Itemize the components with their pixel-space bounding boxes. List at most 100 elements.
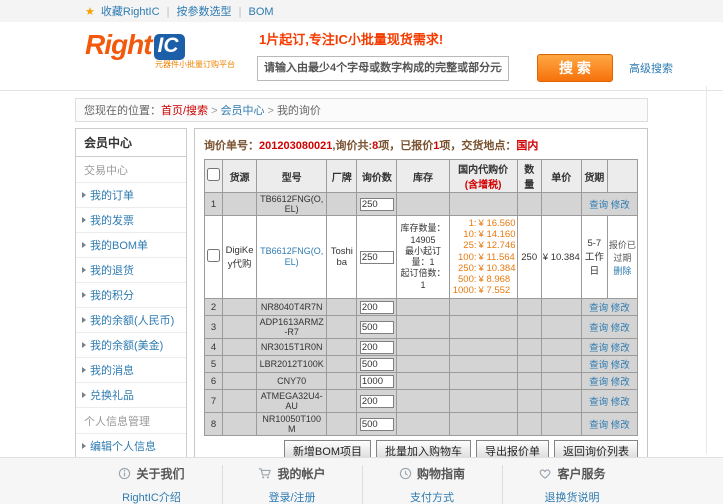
inquiry-no-value: 201203080021 xyxy=(259,140,332,152)
sidebar-item-label[interactable]: 我的退货 xyxy=(90,262,134,278)
param-select-link[interactable]: 按参数选型 xyxy=(177,6,232,18)
sidebar-item-label[interactable]: 我的发票 xyxy=(90,212,134,228)
modify-link[interactable]: 修改 xyxy=(611,397,630,408)
table-row: 8 NR10050T100M 查询 修改 xyxy=(205,413,638,436)
sidebar-item-bom[interactable]: 我的BOM单 xyxy=(76,233,186,258)
col-source: 货源 xyxy=(223,160,257,193)
bom-link[interactable]: BOM xyxy=(249,6,274,18)
sidebar-item-label[interactable]: 我的余额(美金) xyxy=(90,337,163,353)
info-icon xyxy=(118,467,131,480)
search-button[interactable]: 搜 索 xyxy=(537,54,613,82)
sidebar-item-orders[interactable]: 我的订单 xyxy=(76,183,186,208)
star-icon: ★ xyxy=(85,6,95,18)
rightic-intro-link[interactable]: RightIC介绍 xyxy=(122,489,181,504)
sidebar-item-label[interactable]: 编辑个人信息 xyxy=(90,438,156,454)
row-no: 7 xyxy=(205,390,223,413)
modify-link[interactable]: 修改 xyxy=(611,343,630,354)
row-checkbox[interactable] xyxy=(207,249,220,262)
sidebar-item-label[interactable]: 我的余额(人民币) xyxy=(90,312,174,328)
row-no: 2 xyxy=(205,299,223,316)
sidebar-item-label[interactable]: 我的订单 xyxy=(90,187,134,203)
qty-input[interactable] xyxy=(360,251,394,264)
search-input[interactable] xyxy=(257,56,509,81)
sidebar-item-label[interactable]: 我的BOM单 xyxy=(90,237,148,253)
payment-methods-link[interactable]: 支付方式 xyxy=(410,489,454,504)
sidebar-item-balance-rmb[interactable]: 我的余额(人民币) xyxy=(76,308,186,333)
qty-input[interactable] xyxy=(360,321,394,334)
query-link[interactable]: 查询 xyxy=(589,397,608,408)
logo-ic-badge: IC xyxy=(154,34,185,60)
query-link[interactable]: 查询 xyxy=(589,323,608,334)
sidebar: 会员中心 交易中心 我的订单 我的发票 我的BOM单 我的退货 我的积分 我的余… xyxy=(75,128,187,504)
sidebar-item-messages[interactable]: 我的消息 xyxy=(76,358,186,383)
qty-input[interactable] xyxy=(360,341,394,354)
col-lead: 货期 xyxy=(581,160,607,193)
footer-col-guide: 购物指南 支付方式 xyxy=(362,465,502,504)
query-link[interactable]: 查询 xyxy=(589,360,608,371)
qty-input[interactable] xyxy=(360,375,394,388)
breadcrumb-separator: > xyxy=(268,105,274,117)
qty-input[interactable] xyxy=(360,395,394,408)
query-link[interactable]: 查询 xyxy=(589,200,608,211)
qty-input[interactable] xyxy=(360,418,394,431)
sidebar-item-edit-profile[interactable]: 编辑个人信息 xyxy=(76,434,186,459)
row-no: 3 xyxy=(205,316,223,339)
arrow-icon xyxy=(82,217,86,223)
returns-policy-link[interactable]: 退换货说明 xyxy=(545,489,600,504)
col-model: 型号 xyxy=(257,160,327,193)
row-actions: 查询 修改 xyxy=(581,373,637,390)
footer-title: 购物指南 xyxy=(417,465,465,482)
query-link[interactable]: 查询 xyxy=(589,377,608,388)
modify-link[interactable]: 修改 xyxy=(611,377,630,388)
query-link[interactable]: 查询 xyxy=(589,303,608,314)
modify-link[interactable]: 修改 xyxy=(611,303,630,314)
modify-link[interactable]: 修改 xyxy=(611,323,630,334)
query-link[interactable]: 查询 xyxy=(589,343,608,354)
arrow-icon xyxy=(82,317,86,323)
quote-model-link[interactable]: TB6612FNG(O,EL) xyxy=(260,246,323,267)
sidebar-item-label[interactable]: 兑换礼品 xyxy=(90,387,134,403)
breadcrumb-member-link[interactable]: 会员中心 xyxy=(221,105,265,117)
row-actions: 查询 修改 xyxy=(581,390,637,413)
query-link[interactable]: 查询 xyxy=(589,420,608,431)
sidebar-item-balance-usd[interactable]: 我的余额(美金) xyxy=(76,333,186,358)
inquiry-no-label: 询价单号： xyxy=(204,140,259,152)
status-expired: 报价已过期 xyxy=(609,240,636,263)
sidebar-item-label[interactable]: 我的消息 xyxy=(90,362,134,378)
qty-input[interactable] xyxy=(360,198,394,211)
advanced-search-link[interactable]: 高级搜索 xyxy=(629,60,673,76)
row-model: TB6612FNG(O,EL) xyxy=(257,193,327,216)
qty-input[interactable] xyxy=(360,358,394,371)
qty-input[interactable] xyxy=(360,301,394,314)
favorite-link[interactable]: 收藏RightIC xyxy=(101,6,160,18)
modify-link[interactable]: 修改 xyxy=(611,420,630,431)
inquiry-text: 项，交货地点： xyxy=(439,140,516,152)
select-all-checkbox[interactable] xyxy=(207,168,220,181)
col-actions xyxy=(607,160,637,193)
col-stock: 库存 xyxy=(397,160,449,193)
breadcrumb-separator: > xyxy=(211,105,217,117)
sidebar-item-gifts[interactable]: 兑换礼品 xyxy=(76,383,186,408)
login-register-link[interactable]: 登录/注册 xyxy=(268,489,315,504)
quote-status-cell: 报价已过期 删除 xyxy=(607,216,637,299)
modify-link[interactable]: 修改 xyxy=(611,360,630,371)
sidebar-group-trade: 交易中心 xyxy=(76,157,186,183)
sidebar-item-points[interactable]: 我的积分 xyxy=(76,283,186,308)
content: 会员中心 交易中心 我的订单 我的发票 我的BOM单 我的退货 我的积分 我的余… xyxy=(75,128,723,504)
modify-link[interactable]: 修改 xyxy=(611,200,630,211)
breadcrumb-home-link[interactable]: 首页/搜索 xyxy=(161,105,208,117)
sidebar-item-label[interactable]: 我的积分 xyxy=(90,287,134,303)
logo[interactable]: RightIC 元器件小批量订购平台 xyxy=(85,29,253,70)
delete-link[interactable]: 删除 xyxy=(613,266,631,276)
footer-title: 我的帐户 xyxy=(277,465,325,482)
page-edge-divider xyxy=(706,86,707,454)
divider: | xyxy=(239,6,242,18)
divider: | xyxy=(167,6,170,18)
row-no: 4 xyxy=(205,339,223,356)
sidebar-item-returns[interactable]: 我的退货 xyxy=(76,258,186,283)
quote-unit-price: ¥ 10.384 xyxy=(541,216,581,299)
row-actions: 查询 修改 xyxy=(581,339,637,356)
sidebar-item-invoices[interactable]: 我的发票 xyxy=(76,208,186,233)
footer-col-service: 客户服务 退换货说明 xyxy=(502,465,642,504)
quote-lead-time: 5-7工作日 xyxy=(581,216,607,299)
